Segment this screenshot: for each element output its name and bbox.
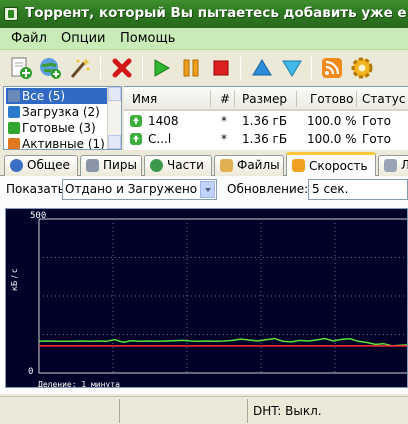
category-completed[interactable]: Готовые (3) bbox=[6, 120, 110, 136]
torrent-table: Имя # Размер Готово Статус 1408 * 1.36 г… bbox=[124, 86, 408, 150]
scroll-down-button[interactable] bbox=[108, 135, 121, 149]
toolbar bbox=[0, 50, 408, 86]
add-url-icon[interactable] bbox=[38, 56, 62, 80]
category-list[interactable]: Все (5) Загрузка (2) Готовые (3) Активны… bbox=[3, 86, 122, 150]
speed-graph-canvas bbox=[38, 218, 407, 374]
column-status[interactable]: Статус bbox=[362, 92, 405, 106]
stop-icon[interactable] bbox=[209, 56, 233, 80]
show-label: Показать bbox=[6, 182, 65, 196]
app-icon bbox=[4, 7, 18, 21]
tab-log[interactable]: Л bbox=[378, 155, 408, 176]
create-torrent-icon[interactable] bbox=[68, 56, 92, 80]
y-tick-max: 500 bbox=[30, 211, 47, 221]
column-size[interactable]: Размер bbox=[242, 92, 287, 106]
category-scrollbar[interactable] bbox=[107, 87, 121, 149]
info-icon bbox=[10, 159, 23, 172]
column-queue[interactable]: # bbox=[220, 92, 230, 106]
pieces-icon bbox=[150, 159, 163, 172]
update-label: Обновление: bbox=[227, 182, 309, 196]
start-icon[interactable] bbox=[149, 56, 173, 80]
status-pane-2 bbox=[120, 399, 248, 423]
y-tick-min: 0 bbox=[28, 367, 34, 377]
download-icon bbox=[8, 106, 20, 118]
speed-panel: Показать Отдано и Загружено Обновление: … bbox=[0, 176, 408, 394]
status-dht: DHT: Выкл. bbox=[253, 404, 322, 418]
move-down-icon[interactable] bbox=[280, 56, 304, 80]
menu-bar: Файл Опции Помощь bbox=[0, 28, 408, 50]
chevron-down-icon[interactable] bbox=[200, 181, 215, 198]
status-pane-1 bbox=[0, 399, 120, 423]
scroll-up-button[interactable] bbox=[108, 87, 121, 101]
category-active[interactable]: Активные (1) bbox=[6, 136, 110, 149]
tab-files[interactable]: Файлы bbox=[214, 155, 284, 176]
window-title: Торрент, который Вы пытаетесь добавить у… bbox=[25, 5, 407, 21]
update-interval-field[interactable]: 5 сек. bbox=[308, 179, 408, 200]
speed-graph: 500 0 кБ / с Деление: 1 минута bbox=[5, 208, 408, 388]
log-icon bbox=[384, 159, 397, 172]
rss-icon[interactable] bbox=[320, 56, 344, 80]
series-line-1 bbox=[38, 337, 407, 347]
column-name[interactable]: Имя bbox=[132, 92, 157, 106]
tab-peers[interactable]: Пиры bbox=[80, 155, 142, 176]
menu-file[interactable]: Файл bbox=[11, 31, 47, 46]
y-axis-label: кБ / с bbox=[10, 268, 19, 292]
menu-help[interactable]: Помощь bbox=[120, 31, 175, 46]
all-icon bbox=[8, 90, 20, 102]
show-select[interactable]: Отдано и Загружено bbox=[62, 179, 217, 200]
pause-icon[interactable] bbox=[179, 56, 203, 80]
table-row[interactable]: C...l * 1.36 гБ 100.0 % Гото bbox=[124, 130, 408, 148]
column-done[interactable]: Готово bbox=[310, 92, 353, 106]
add-torrent-icon[interactable] bbox=[9, 56, 33, 80]
speed-icon bbox=[292, 159, 305, 172]
table-header: Имя # Размер Готово Статус bbox=[124, 87, 408, 111]
files-icon bbox=[220, 159, 233, 172]
speed-controls: Показать Отдано и Загружено Обновление: … bbox=[0, 176, 408, 202]
category-all[interactable]: Все (5) bbox=[6, 88, 110, 104]
seeding-icon bbox=[130, 133, 142, 145]
status-bar: DHT: Выкл. bbox=[0, 396, 408, 424]
peers-icon bbox=[86, 159, 99, 172]
settings-icon[interactable] bbox=[350, 56, 374, 80]
tab-pieces[interactable]: Части bbox=[144, 155, 212, 176]
move-up-icon[interactable] bbox=[250, 56, 274, 80]
table-row[interactable]: 1408 * 1.36 гБ 100.0 % Гото bbox=[124, 112, 408, 130]
completed-icon bbox=[8, 122, 20, 134]
graph-division-label: Деление: 1 минута bbox=[38, 380, 120, 388]
title-bar[interactable]: Торрент, который Вы пытаетесь добавить у… bbox=[0, 0, 408, 28]
tab-speed[interactable]: Скорость bbox=[286, 152, 376, 177]
remove-icon[interactable] bbox=[110, 56, 134, 80]
tab-general[interactable]: Общее bbox=[4, 155, 78, 176]
detail-tabs: Общее Пиры Части Файлы Скорость Л bbox=[0, 152, 408, 177]
active-icon bbox=[8, 138, 20, 149]
menu-options[interactable]: Опции bbox=[61, 31, 105, 46]
category-downloading[interactable]: Загрузка (2) bbox=[6, 104, 110, 120]
seeding-icon bbox=[130, 115, 142, 127]
